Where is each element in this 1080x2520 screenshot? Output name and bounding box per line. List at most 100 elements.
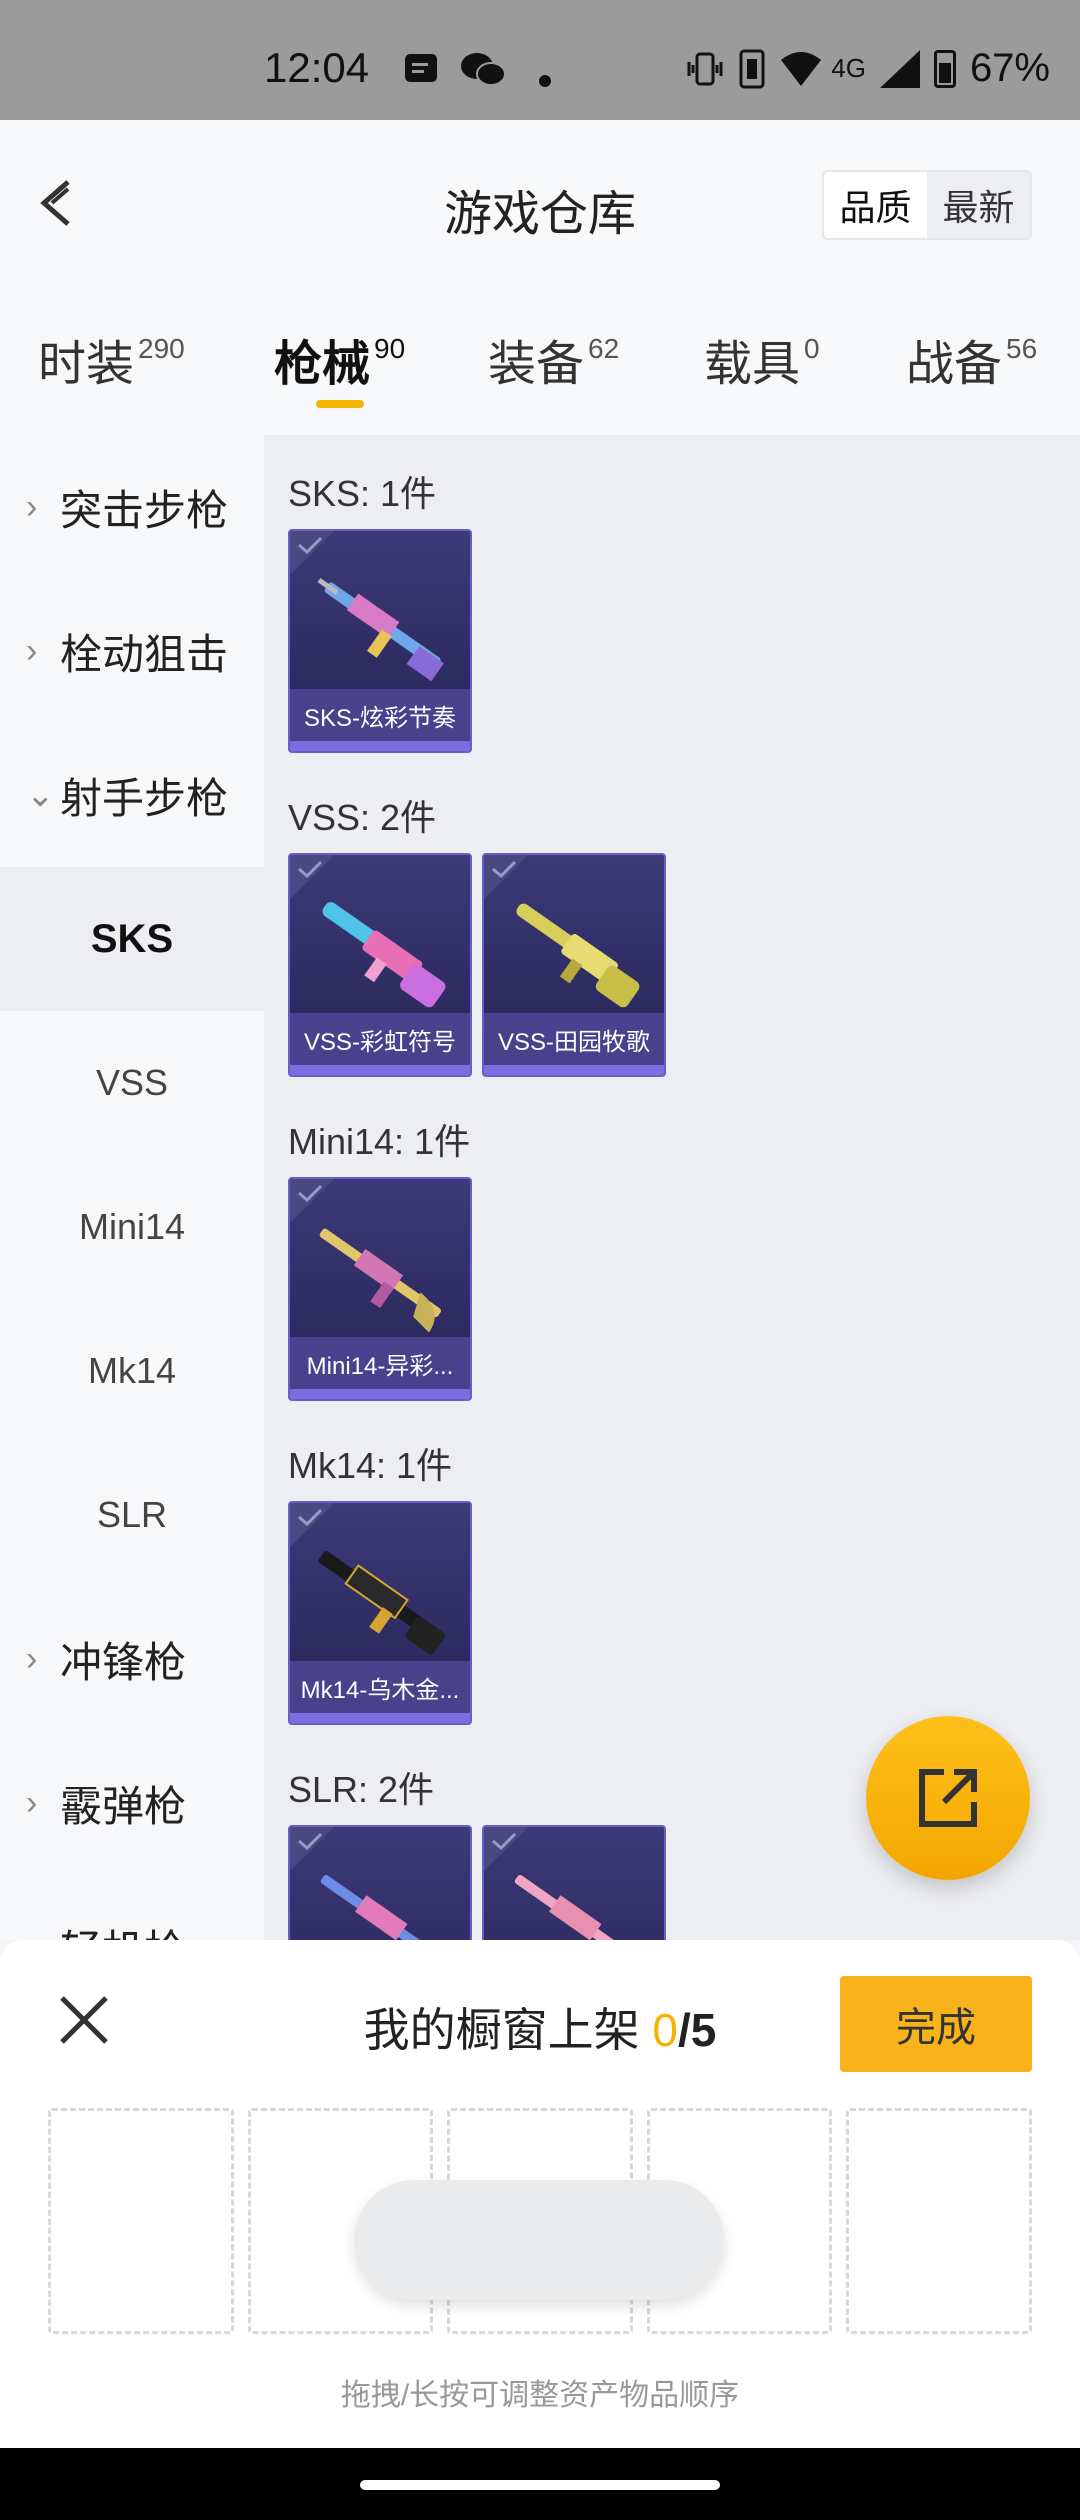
item-list: SKS: 1件 SKS-炫彩节奏 VSS: 2件 VSS-彩虹符号 VSS-田园… — [264, 435, 1080, 1940]
chevron-right-icon: › — [26, 487, 38, 526]
rarity-bar — [290, 741, 470, 751]
chevron-right-icon: › — [26, 631, 38, 670]
item-card[interactable]: SKS-炫彩节奏 — [288, 529, 472, 753]
tab-equipment[interactable]: 装备 62 — [488, 324, 619, 394]
status-right: 4G 67% — [685, 46, 1050, 91]
tab-label: 时装 — [38, 338, 135, 391]
gun-slr-pink-image — [514, 1874, 637, 1940]
gun-slr-image — [320, 1874, 443, 1940]
tab-vehicles[interactable]: 载具 0 — [704, 324, 820, 394]
share-icon — [919, 1769, 977, 1827]
message-icon — [405, 54, 437, 82]
item-card[interactable]: Mini14-异彩... — [288, 1177, 472, 1401]
chevron-down-icon: ⌄ — [26, 776, 55, 814]
tab-count: 62 — [588, 333, 620, 364]
check-icon — [298, 860, 323, 879]
check-icon — [298, 1184, 323, 1203]
sidebar-item-mk14[interactable]: Mk14 — [0, 1299, 264, 1443]
header: 游戏仓库 品质 最新 — [0, 120, 1080, 290]
sidebar-group-label: 冲锋枪 — [60, 1638, 187, 1686]
wechat-icon — [461, 53, 506, 86]
showcase-count: 0 — [652, 2004, 678, 2056]
item-card[interactable] — [288, 1825, 472, 1940]
sidebar-group-assault-rifle[interactable]: › 突击步枪 — [0, 435, 264, 579]
showcase-total: /5 — [678, 2004, 717, 2056]
tab-count: 90 — [374, 333, 406, 364]
home-indicator[interactable] — [360, 2480, 720, 2490]
sidebar-item-vss[interactable]: VSS — [0, 1011, 264, 1155]
sort-option-quality[interactable]: 品质 — [824, 172, 927, 238]
rarity-bar — [290, 1389, 470, 1399]
floating-pill — [354, 2180, 724, 2300]
rarity-bar — [484, 1065, 664, 1075]
section-title-mk14: Mk14: 1件 — [288, 1445, 453, 1486]
sidebar: › 突击步枪 › 栓动狙击 ⌄ 射手步枪 SKS VSS Mini14 Mk14 SL… — [0, 435, 264, 1940]
tab-label: 装备 — [488, 338, 585, 391]
sidebar-group-label: 栓动狙击 — [60, 630, 229, 678]
check-icon — [492, 1832, 517, 1851]
battery-level: 67% — [969, 46, 1050, 90]
sort-toggle[interactable]: 品质 最新 — [822, 170, 1032, 240]
sort-option-newest[interactable]: 最新 — [927, 172, 1030, 238]
done-button[interactable]: 完成 — [840, 1976, 1032, 2072]
section-title-mini14: Mini14: 1件 — [288, 1121, 471, 1162]
gun-sks-image — [317, 577, 444, 682]
sidebar-group-lmg[interactable]: ›轻机枪 — [0, 1875, 264, 1941]
gun-mk14-image — [318, 1550, 446, 1655]
category-tabs: 时装 290 枪械 90 装备 62 载具 0 战备 56 — [0, 290, 1080, 435]
showcase-slot[interactable] — [846, 2108, 1032, 2334]
item-label: Mini14-异彩... — [290, 1337, 470, 1389]
sim-icon — [739, 49, 765, 88]
sidebar-group-label: 射手步枪 — [60, 774, 229, 822]
sidebar-group-bolt-sniper[interactable]: › 栓动狙击 — [0, 579, 264, 723]
tab-fashion[interactable]: 时装 290 — [38, 324, 185, 394]
sheet-title-text: 我的橱窗上架 — [363, 2004, 640, 2056]
item-card[interactable]: Mk14-乌木金... — [288, 1501, 472, 1725]
rarity-bar — [290, 1713, 470, 1723]
status-time: 12:04 — [264, 44, 370, 91]
item-card[interactable]: VSS-彩虹符号 — [288, 853, 472, 1077]
tab-supplies[interactable]: 战备 56 — [906, 324, 1037, 394]
item-label: VSS-彩虹符号 — [290, 1013, 470, 1065]
showcase-slot[interactable] — [48, 2108, 234, 2334]
sidebar-group-smg[interactable]: › 冲锋枪 — [0, 1587, 264, 1731]
sidebar-group-label: 霰弹枪 — [60, 1782, 187, 1830]
showcase-sheet: 我的橱窗上架 0/5 完成 拖拽/长按可调整资产物品顺序 — [0, 1940, 1080, 2448]
chevron-right-icon: › — [26, 1639, 38, 1678]
sidebar-item-slr[interactable]: SLR — [0, 1443, 264, 1587]
item-card[interactable] — [482, 1825, 666, 1940]
status-bar: 12:04 4G 67% — [0, 0, 1080, 120]
tab-label: 枪械 — [274, 338, 371, 391]
rarity-bar — [290, 1065, 470, 1075]
section-title-slr: SLR: 2件 — [288, 1769, 435, 1810]
item-label: VSS-田园牧歌 — [484, 1013, 664, 1065]
vibrate-icon — [687, 52, 723, 85]
sidebar-group-shotgun[interactable]: › 霰弹枪 — [0, 1731, 264, 1875]
dot-icon — [539, 75, 551, 87]
tab-count: 290 — [138, 333, 185, 364]
chevron-right-icon: › — [26, 1928, 60, 1941]
network-label: 4G — [831, 53, 866, 83]
check-icon — [492, 860, 517, 879]
system-nav-bar — [0, 2448, 1080, 2520]
gun-vss-pastoral-image — [516, 903, 640, 1008]
item-label: SKS-炫彩节奏 — [290, 689, 470, 741]
sidebar-group-label: 突击步枪 — [60, 486, 229, 534]
gun-mini14-image — [319, 1228, 442, 1333]
sidebar-item-sks[interactable]: SKS — [0, 867, 264, 1011]
share-button[interactable] — [866, 1716, 1030, 1880]
check-icon — [298, 1508, 323, 1527]
section-title-vss: VSS: 2件 — [288, 797, 437, 838]
tab-count: 0 — [804, 333, 820, 364]
wifi-icon — [781, 51, 822, 86]
gun-vss-rainbow-image — [322, 902, 446, 1008]
sidebar-group-dmr[interactable]: ⌄ 射手步枪 — [0, 723, 264, 867]
section-title-sks: SKS: 1件 — [288, 473, 437, 514]
reorder-hint: 拖拽/长按可调整资产物品顺序 — [340, 2379, 740, 2412]
sidebar-item-mini14[interactable]: Mini14 — [0, 1155, 264, 1299]
tab-guns[interactable]: 枪械 90 — [274, 324, 405, 394]
check-icon — [298, 536, 323, 555]
item-card[interactable]: VSS-田园牧歌 — [482, 853, 666, 1077]
chevron-right-icon: › — [26, 1783, 38, 1822]
tab-label: 载具 — [704, 338, 801, 391]
